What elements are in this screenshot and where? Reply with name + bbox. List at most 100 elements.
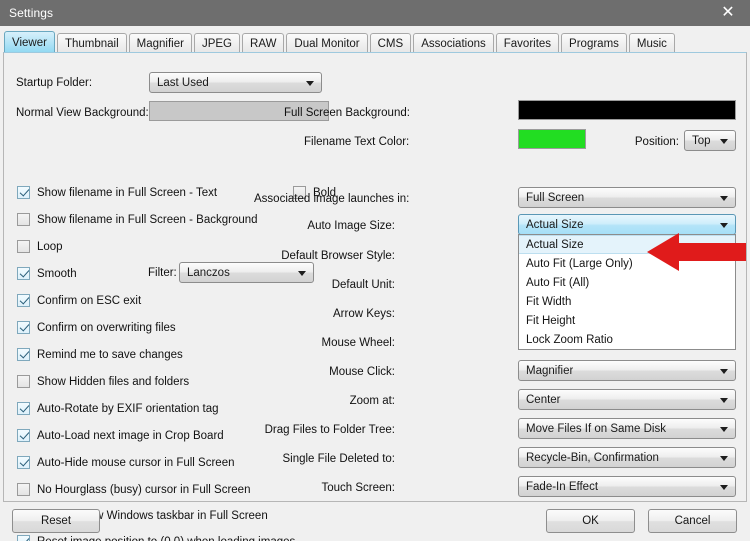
startup-folder-label: Startup Folder: xyxy=(16,77,93,89)
close-icon[interactable]: ✕ xyxy=(706,0,750,26)
checkbox-auto-load-next-crop[interactable]: Auto-Load next image in Crop Board xyxy=(17,429,224,442)
tab-magnifier[interactable]: Magnifier xyxy=(128,33,192,53)
ok-button-label: OK xyxy=(582,515,599,527)
checkbox-label: Loop xyxy=(37,240,63,253)
checkbox-confirm-overwriting[interactable]: Confirm on overwriting files xyxy=(17,321,176,334)
checkbox-box xyxy=(17,267,30,280)
checkbox-reset-image-position[interactable]: Reset image position to (0,0) when loadi… xyxy=(17,535,295,541)
drag-files-value: Move Files If on Same Disk xyxy=(526,422,666,435)
checkbox-smooth[interactable]: Smooth xyxy=(17,267,77,280)
drag-files-combo[interactable]: Move Files If on Same Disk xyxy=(518,418,736,439)
drag-files-label: Drag Files to Folder Tree: xyxy=(264,424,395,436)
chevron-down-icon xyxy=(298,270,306,276)
filename-text-color-swatch[interactable] xyxy=(518,129,586,149)
reset-button[interactable]: Reset xyxy=(12,509,100,533)
auto-image-size-dropdown-list[interactable]: Actual Size Auto Fit (Large Only) Auto Fit… xyxy=(518,234,736,350)
checkbox-show-filename-background[interactable]: Show filename in Full Screen - Backgroun… xyxy=(17,213,258,226)
checkbox-box xyxy=(17,186,30,199)
chevron-down-icon xyxy=(720,455,728,461)
dropdown-item[interactable]: Fit Width xyxy=(519,292,735,311)
tab-jpeg[interactable]: JPEG xyxy=(193,33,241,53)
filter-label: Filter: xyxy=(148,267,177,279)
tab-dual-monitor[interactable]: Dual Monitor xyxy=(286,33,368,53)
checkbox-no-hourglass[interactable]: No Hourglass (busy) cursor in Full Scree… xyxy=(17,483,250,496)
checkbox-label: No Hourglass (busy) cursor in Full Scree… xyxy=(37,483,251,496)
tab-thumbnail[interactable]: Thumbnail xyxy=(56,33,127,53)
full-screen-background-swatch[interactable] xyxy=(518,100,736,120)
checkbox-label: Show Hidden files and folders xyxy=(37,375,190,388)
dropdown-item[interactable]: Auto Fit (Large Only) xyxy=(519,254,735,273)
checkbox-label: Confirm on overwriting files xyxy=(37,321,176,334)
title-bar: Settings ✕ xyxy=(0,0,750,26)
zoom-at-combo[interactable]: Center xyxy=(518,389,736,410)
checkbox-box xyxy=(17,321,30,334)
tab-cms[interactable]: CMS xyxy=(369,33,412,53)
tab-strip: Viewer Thumbnail Magnifier JPEG RAW Dual Moni… xyxy=(0,26,750,53)
full-screen-background-label: Full Screen Background: xyxy=(284,107,410,119)
checkbox-box xyxy=(17,213,30,226)
dropdown-item[interactable]: Lock Zoom Ratio xyxy=(519,330,735,349)
mouse-click-label: Mouse Click: xyxy=(329,366,395,378)
chevron-down-icon xyxy=(720,368,728,374)
touch-screen-combo[interactable]: Fade-In Effect xyxy=(518,476,736,497)
chevron-down-icon xyxy=(720,484,728,490)
checkbox-loop[interactable]: Loop xyxy=(17,240,63,253)
mouse-wheel-label: Mouse Wheel: xyxy=(321,337,395,349)
tab-raw[interactable]: RAW xyxy=(242,33,285,53)
single-file-deleted-label: Single File Deleted to: xyxy=(282,453,395,465)
dropdown-item[interactable]: Actual Size xyxy=(519,235,735,254)
default-unit-label: Default Unit: xyxy=(331,279,395,291)
checkbox-box xyxy=(17,348,30,361)
chevron-down-icon xyxy=(720,195,728,201)
checkbox-auto-rotate-exif[interactable]: Auto-Rotate by EXIF orientation tag xyxy=(17,402,219,415)
checkbox-confirm-esc-exit[interactable]: Confirm on ESC exit xyxy=(17,294,141,307)
checkbox-label: Confirm on ESC exit xyxy=(37,294,142,307)
chevron-down-icon xyxy=(720,138,728,144)
chevron-down-icon xyxy=(720,222,728,228)
settings-panel: Startup Folder: Last Used Normal View Ba… xyxy=(3,52,747,541)
tab-programs[interactable]: Programs xyxy=(561,33,627,53)
startup-folder-combo[interactable]: Last Used xyxy=(149,72,322,93)
tab-favorites[interactable]: Favorites xyxy=(495,33,560,53)
mouse-click-combo[interactable]: Magnifier xyxy=(518,360,736,381)
dropdown-item[interactable]: Auto Fit (All) xyxy=(519,273,735,292)
checkbox-show-filename-text[interactable]: Show filename in Full Screen - Text xyxy=(17,186,217,199)
checkbox-box xyxy=(17,456,30,469)
checkbox-box xyxy=(17,294,30,307)
arrow-keys-label: Arrow Keys: xyxy=(333,308,395,320)
single-file-deleted-combo[interactable]: Recycle-Bin, Confirmation xyxy=(518,447,736,468)
checkbox-box xyxy=(17,375,30,388)
checkbox-label: Reset image position to (0,0) when loadi… xyxy=(37,536,295,541)
normal-view-background-label: Normal View Background: xyxy=(16,107,149,119)
reset-button-label: Reset xyxy=(40,515,72,527)
position-value: Top xyxy=(692,134,711,147)
checkbox-remind-save-changes[interactable]: Remind me to save changes xyxy=(17,348,183,361)
position-label: Position: xyxy=(634,136,679,148)
checkbox-label: Smooth xyxy=(37,267,77,280)
position-combo[interactable]: Top xyxy=(684,130,736,151)
checkbox-label: Auto-Load next image in Crop Board xyxy=(37,429,224,442)
cancel-button[interactable]: Cancel xyxy=(648,509,737,533)
checkbox-show-hidden-files[interactable]: Show Hidden files and folders xyxy=(17,375,189,388)
chevron-down-icon xyxy=(720,397,728,403)
mouse-click-value: Magnifier xyxy=(526,364,574,377)
settings-window: Settings ✕ Viewer Thumbnail Magnifier JPEG R… xyxy=(0,0,750,541)
checkbox-box xyxy=(17,483,30,496)
touch-screen-value: Fade-In Effect xyxy=(526,480,599,493)
dropdown-item[interactable]: Fit Height xyxy=(519,311,735,330)
checkbox-label: Show filename in Full Screen - Text xyxy=(37,186,218,199)
tab-music[interactable]: Music xyxy=(628,33,675,53)
touch-screen-label: Touch Screen: xyxy=(321,482,395,494)
auto-image-size-label: Auto Image Size: xyxy=(307,220,395,232)
associated-launch-combo[interactable]: Full Screen xyxy=(518,187,736,208)
auto-image-size-combo[interactable]: Actual Size xyxy=(518,214,736,235)
checkbox-box xyxy=(17,240,30,253)
ok-button[interactable]: OK xyxy=(546,509,635,533)
tab-associations[interactable]: Associations xyxy=(413,33,494,53)
associated-launch-value: Full Screen xyxy=(526,191,585,204)
checkbox-auto-hide-cursor[interactable]: Auto-Hide mouse cursor in Full Screen xyxy=(17,456,235,469)
tab-viewer[interactable]: Viewer xyxy=(4,31,55,53)
filename-text-color-label: Filename Text Color: xyxy=(304,136,410,148)
associated-launch-label: Associated image launches in: xyxy=(254,193,410,205)
checkbox-box xyxy=(17,402,30,415)
